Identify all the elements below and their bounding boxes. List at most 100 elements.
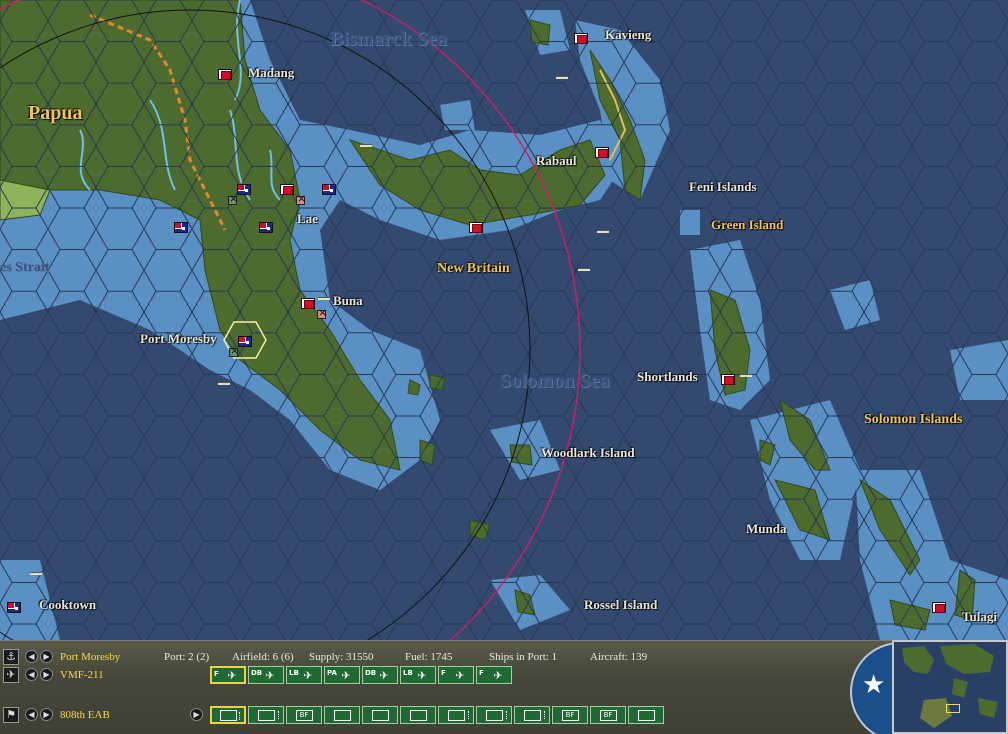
plane-icon: ✈: [341, 668, 351, 682]
ground-unit-tile[interactable]: [628, 706, 664, 724]
ship-marker[interactable]: [597, 230, 609, 233]
unit-symbol-icon: [333, 709, 351, 721]
plane-icon[interactable]: ✈: [3, 667, 19, 683]
air-group-tile[interactable]: F ✈: [438, 666, 474, 684]
japanese-base-flag[interactable]: [301, 298, 315, 309]
plane-icon: ✈: [227, 668, 237, 682]
ground-unit-tile[interactable]: [438, 706, 474, 724]
japanese-base-flag[interactable]: [574, 33, 588, 44]
allied-unit-flag[interactable]: [7, 602, 21, 613]
place-label[interactable]: Madang: [248, 65, 294, 81]
place-label[interactable]: Green Island: [711, 217, 783, 233]
plane-icon: ✈: [265, 668, 275, 682]
air-group-tile[interactable]: PA ✈: [324, 666, 360, 684]
next-unit-icon[interactable]: ▶: [190, 708, 203, 721]
air-group-tile[interactable]: LB ✈: [400, 666, 436, 684]
ground-unit-row: ⚑ ◀ ▶ 808th EAB ▶ BF BF BF: [0, 703, 850, 725]
air-group-tile[interactable]: DB ✈: [248, 666, 284, 684]
ground-unit-tile[interactable]: [514, 706, 550, 724]
port-stat: Port: 2 (2): [164, 651, 210, 663]
minimap[interactable]: [892, 640, 1008, 734]
ground-unit-tile[interactable]: [476, 706, 512, 724]
japanese-base-flag[interactable]: [280, 184, 294, 195]
japanese-base-flag[interactable]: [218, 69, 232, 80]
map-terrain: [0, 0, 1008, 640]
unit-symbol-icon: [371, 709, 389, 721]
arrow-left-icon[interactable]: ◀: [25, 650, 38, 663]
allied-unit-marker[interactable]: [229, 344, 239, 357]
minimap-terrain: [902, 644, 998, 728]
ship-marker[interactable]: [318, 297, 330, 300]
arrow-right-icon[interactable]: ▶: [40, 668, 53, 681]
strategic-map[interactable]: Bismarck Sea Solomon Sea Papua New Brita…: [0, 0, 1008, 640]
aircraft-stat: Aircraft: 139: [590, 651, 648, 663]
enemy-unit-marker[interactable]: [317, 306, 327, 319]
ship-marker[interactable]: [740, 374, 752, 377]
japanese-base-flag[interactable]: [595, 147, 609, 158]
air-group-tile[interactable]: F ✈: [210, 666, 246, 684]
place-label[interactable]: Port Moresby: [140, 331, 217, 347]
air-group-strip: F ✈ DB ✈ LB ✈ PA ✈ DB ✈ LB ✈ F ✈ F ✈: [210, 666, 512, 684]
plane-icon: ✈: [493, 668, 503, 682]
place-label[interactable]: Rabaul: [536, 153, 576, 169]
place-label[interactable]: Feni Islands: [689, 179, 757, 195]
ship-marker[interactable]: [30, 572, 42, 575]
place-label[interactable]: Cooktown: [39, 597, 96, 613]
ship-marker[interactable]: [578, 268, 590, 271]
allied-unit-flag[interactable]: [238, 336, 252, 347]
sea-label: Solomon Sea: [500, 370, 610, 392]
ground-unit-tile[interactable]: [400, 706, 436, 724]
viewport-indicator[interactable]: [946, 704, 960, 713]
allied-unit-marker[interactable]: [228, 192, 238, 205]
unit-symbol-icon: [485, 709, 503, 721]
place-label[interactable]: Lae: [297, 211, 318, 227]
ship-marker[interactable]: [556, 76, 568, 79]
ship-marker[interactable]: [360, 144, 372, 147]
ground-unit-tile[interactable]: [210, 706, 246, 724]
allied-unit-flag[interactable]: [237, 184, 251, 195]
plane-icon: ✈: [417, 668, 427, 682]
japanese-base-flag[interactable]: [469, 222, 483, 233]
allied-unit-flag[interactable]: [259, 222, 273, 233]
unit-symbol-icon: [637, 709, 655, 721]
ground-unit-tile[interactable]: BF: [552, 706, 588, 724]
ground-unit-tile[interactable]: [248, 706, 284, 724]
air-group-tile[interactable]: DB ✈: [362, 666, 398, 684]
base-name[interactable]: Port Moresby: [60, 651, 120, 663]
ground-unit-name[interactable]: 808th EAB: [60, 709, 110, 721]
air-group-tile[interactable]: LB ✈: [286, 666, 322, 684]
arrow-right-icon[interactable]: ▶: [40, 650, 53, 663]
faction-emblem: ★: [848, 640, 896, 734]
unit-symbol-icon: [523, 709, 541, 721]
place-label[interactable]: Woodlark Island: [541, 445, 635, 461]
place-label[interactable]: Munda: [746, 521, 786, 537]
arrow-right-icon[interactable]: ▶: [40, 708, 53, 721]
place-label[interactable]: Shortlands: [637, 369, 698, 385]
enemy-unit-marker[interactable]: [296, 192, 306, 205]
airfield-stat: Airfield: 6 (6): [232, 651, 294, 663]
japanese-base-flag[interactable]: [932, 602, 946, 613]
place-label[interactable]: Buna: [333, 293, 363, 309]
japanese-base-flag[interactable]: [721, 374, 735, 385]
place-label[interactable]: Tulagi: [962, 609, 997, 625]
supply-stat: Supply: 31550: [309, 651, 374, 663]
flag-icon[interactable]: ⚑: [3, 707, 19, 723]
air-unit-row: ✈ ◀ ▶ VMF-211 F ✈ DB ✈ LB ✈ PA ✈ DB ✈ LB ✈ F ✈ …: [0, 663, 850, 685]
star-icon: ★: [862, 670, 886, 700]
arrow-left-icon[interactable]: ◀: [25, 668, 38, 681]
air-group-tile[interactable]: F ✈: [476, 666, 512, 684]
ship-marker[interactable]: [218, 382, 230, 385]
region-label: New Britain: [437, 261, 510, 276]
ground-unit-tile[interactable]: [362, 706, 398, 724]
ground-unit-tile[interactable]: BF: [286, 706, 322, 724]
allied-unit-flag[interactable]: [174, 222, 188, 233]
unit-symbol-icon: [447, 709, 465, 721]
air-unit-name[interactable]: VMF-211: [60, 669, 104, 681]
ground-unit-tile[interactable]: [324, 706, 360, 724]
fuel-stat: Fuel: 1745: [405, 651, 453, 663]
ground-unit-tile[interactable]: BF: [590, 706, 626, 724]
place-label[interactable]: Kavieng: [605, 27, 651, 43]
allied-unit-flag[interactable]: [322, 184, 336, 195]
place-label[interactable]: Rossel Island: [584, 597, 657, 613]
arrow-left-icon[interactable]: ◀: [25, 708, 38, 721]
